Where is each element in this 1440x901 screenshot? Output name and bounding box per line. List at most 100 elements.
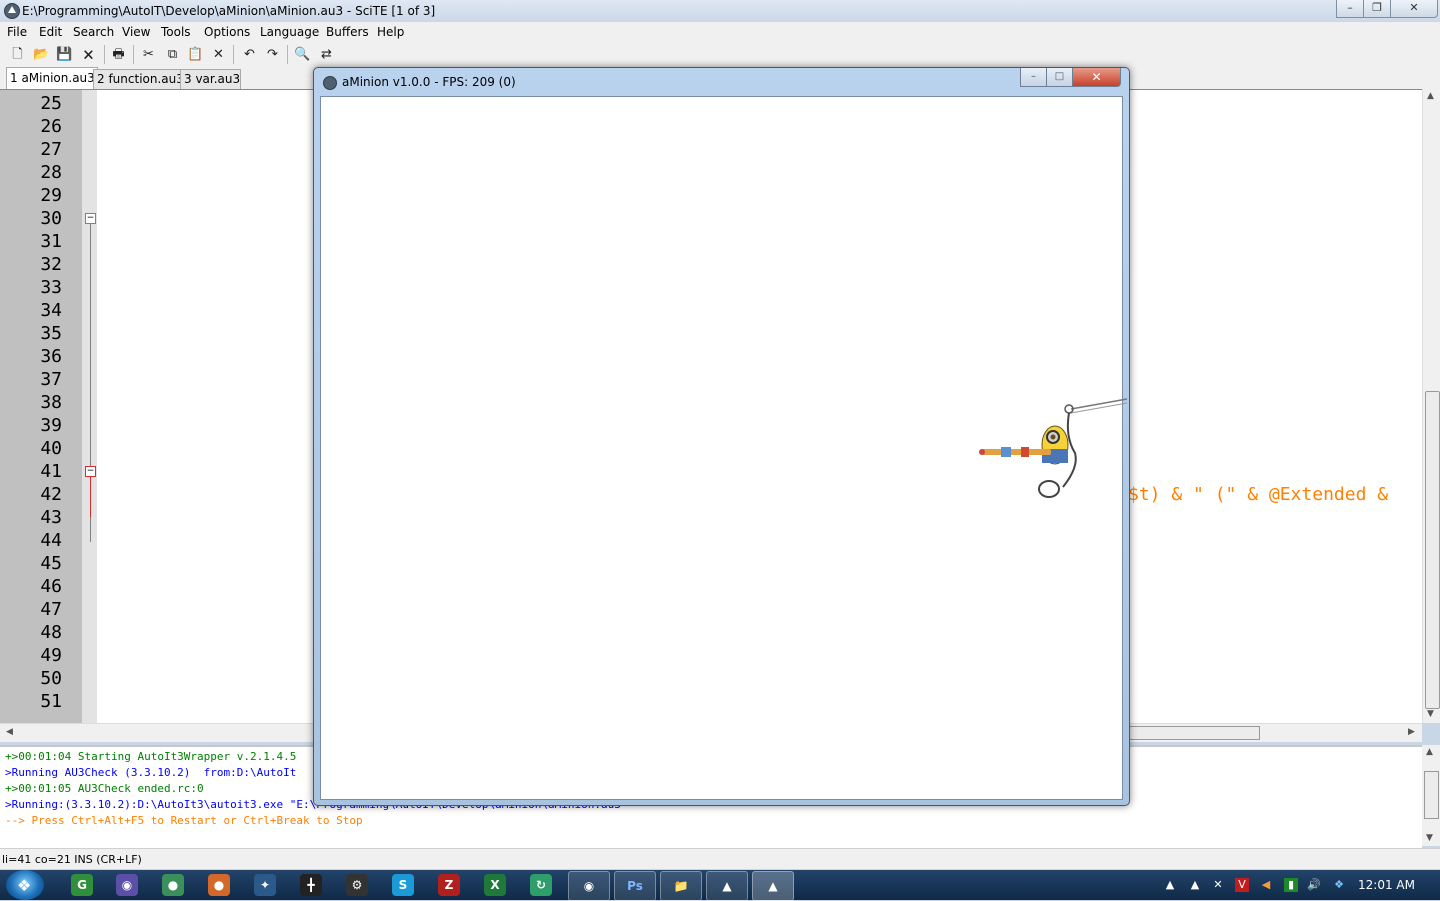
line-number: 41 (40, 461, 62, 482)
menu-view[interactable]: View (122, 25, 150, 39)
scroll-down-icon[interactable]: ▼ (1427, 709, 1434, 719)
cross-icon[interactable]: ✦ (254, 874, 276, 896)
tab-aminion[interactable]: 1 aMinion.au3 (6, 67, 98, 89)
autoit-active-icon[interactable]: ▲ (752, 871, 794, 901)
line-number: 50 (40, 668, 62, 689)
game-maximize-button[interactable]: □ (1046, 68, 1073, 87)
fold-line (90, 477, 91, 517)
skype-icon[interactable]: S (392, 874, 414, 896)
line-number: 34 (40, 300, 62, 321)
restore-button[interactable]: ❐ (1363, 0, 1391, 18)
editor-vertical-scrollbar[interactable]: ▲ ▼ (1422, 89, 1440, 723)
scrollbar-thumb[interactable] (1425, 391, 1440, 709)
scrollbar-thumb[interactable] (1424, 771, 1439, 819)
line-number: 26 (40, 116, 62, 137)
line-number: 35 (40, 323, 62, 344)
scite-app-icon[interactable] (4, 3, 20, 19)
network-icon[interactable]: ↻ (530, 874, 552, 896)
fold-toggle-if[interactable]: − (85, 466, 96, 477)
new-file-icon[interactable]: 🗋 (9, 46, 26, 63)
game-minimize-button[interactable]: – (1020, 68, 1047, 87)
cut-icon[interactable]: ✂ (140, 46, 157, 63)
line-number: 45 (40, 553, 62, 574)
line-number: 32 (40, 254, 62, 275)
autoit-icon[interactable]: ▲ (706, 871, 748, 901)
photoshop-icon[interactable]: Ps (614, 871, 656, 901)
toolbar-separator (233, 45, 234, 64)
open-icon[interactable]: 📂 (33, 46, 50, 63)
line-number: 44 (40, 530, 62, 551)
redo-icon[interactable]: ↷ (264, 46, 281, 63)
tool-tray-icon[interactable]: ✕ (1211, 878, 1225, 892)
greenshot-icon[interactable]: G (71, 874, 93, 896)
output-line: +>00:01:04 Starting AutoIt3Wrapper v.2.1… (5, 750, 297, 763)
save-icon[interactable]: 💾 (56, 46, 73, 63)
scroll-down-icon[interactable]: ▼ (1426, 833, 1433, 843)
undo-icon[interactable]: ↶ (241, 46, 258, 63)
output-line: >Running AU3Check (3.3.10.2) from:D:\Aut… (5, 766, 297, 779)
toolbar: 🗋 📂 💾 🗙 🖶 ✂ ⧉ 📋 ✕ ↶ ↷ 🔍 ⇄ (0, 41, 1440, 68)
copy-icon[interactable]: ⧉ (164, 46, 181, 63)
eclipse-icon[interactable]: ● (208, 874, 230, 896)
menu-search[interactable]: Search (73, 25, 114, 39)
line-number: 47 (40, 599, 62, 620)
menu-buffers[interactable]: Buffers (326, 25, 369, 39)
game-window[interactable]: aMinion v1.0.0 - FPS: 209 (0) – □ ✕ (313, 67, 1130, 806)
clock[interactable]: 12:01 AM (1358, 878, 1415, 892)
toolbar-separator (133, 45, 134, 64)
start-button[interactable]: ❖ (6, 870, 44, 900)
show-hidden-icons-icon[interactable]: ▲ (1163, 878, 1177, 892)
antivirus-icon[interactable]: V (1235, 878, 1249, 892)
filezilla-icon[interactable]: Z (438, 874, 460, 896)
scroll-right-icon[interactable]: ▶ (1408, 727, 1415, 737)
paste-icon[interactable]: 📋 (187, 46, 204, 63)
scroll-up-icon[interactable]: ▲ (1427, 91, 1434, 101)
line-number: 49 (40, 645, 62, 666)
speaker-alert-icon[interactable]: ◀ (1259, 878, 1273, 892)
world-of-tanks-icon[interactable]: ╋ (300, 874, 322, 896)
gear-icon[interactable]: ⚙ (346, 874, 368, 896)
explorer-icon[interactable]: 📁 (660, 871, 702, 901)
print-icon[interactable]: 🖶 (110, 46, 127, 63)
autoit-icon[interactable] (323, 76, 337, 90)
game-canvas[interactable] (320, 96, 1128, 800)
menu-tools[interactable]: Tools (161, 25, 191, 39)
autoit-tray-icon[interactable]: ▲ (1188, 878, 1202, 892)
menu-file[interactable]: File (7, 25, 27, 39)
line-number: 39 (40, 415, 62, 436)
menu-edit[interactable]: Edit (39, 25, 62, 39)
line-number: 42 (40, 484, 62, 505)
menu-bar: File Edit Search View Tools Options Lang… (0, 22, 1440, 41)
find-icon[interactable]: 🔍 (294, 46, 311, 63)
line-number: 25 (40, 93, 62, 114)
battery-icon[interactable]: ▮ (1284, 878, 1298, 892)
replace-icon[interactable]: ⇄ (318, 46, 335, 63)
line-number: 27 (40, 139, 62, 160)
tab-var[interactable]: 3 var.au3 (180, 69, 241, 89)
minimize-button[interactable]: – (1336, 0, 1364, 18)
scroll-up-icon[interactable]: ▲ (1426, 747, 1433, 757)
status-text: li=41 co=21 INS (CR+LF) (2, 853, 142, 866)
game-close-button[interactable]: ✕ (1072, 68, 1121, 87)
line-number: 31 (40, 231, 62, 252)
browser-globe-icon[interactable]: ◉ (116, 874, 138, 896)
menu-help[interactable]: Help (377, 25, 404, 39)
fold-toggle-while[interactable]: − (85, 213, 96, 224)
scroll-left-icon[interactable]: ◀ (6, 727, 13, 737)
line-number: 37 (40, 369, 62, 390)
toolbar-separator (104, 45, 105, 64)
menu-options[interactable]: Options (204, 25, 250, 39)
excel-icon[interactable]: X (484, 874, 506, 896)
firefox-icon[interactable]: ● (162, 874, 184, 896)
volume-icon[interactable]: 🔊 (1307, 878, 1321, 892)
scrollbar-thumb[interactable] (1128, 726, 1260, 740)
dropbox-icon[interactable]: ❖ (1332, 878, 1346, 892)
output-scrollbar[interactable]: ▲ ▼ (1422, 745, 1440, 846)
chrome-icon[interactable]: ◉ (568, 871, 610, 901)
close-file-icon[interactable]: 🗙 (80, 46, 97, 63)
tab-function[interactable]: 2 function.au3 (93, 69, 184, 89)
close-button[interactable]: ✕ (1390, 0, 1438, 18)
delete-icon[interactable]: ✕ (210, 46, 227, 63)
menu-language[interactable]: Language (260, 25, 319, 39)
output-line: --> Press Ctrl+Alt+F5 to Restart or Ctrl… (5, 814, 363, 827)
